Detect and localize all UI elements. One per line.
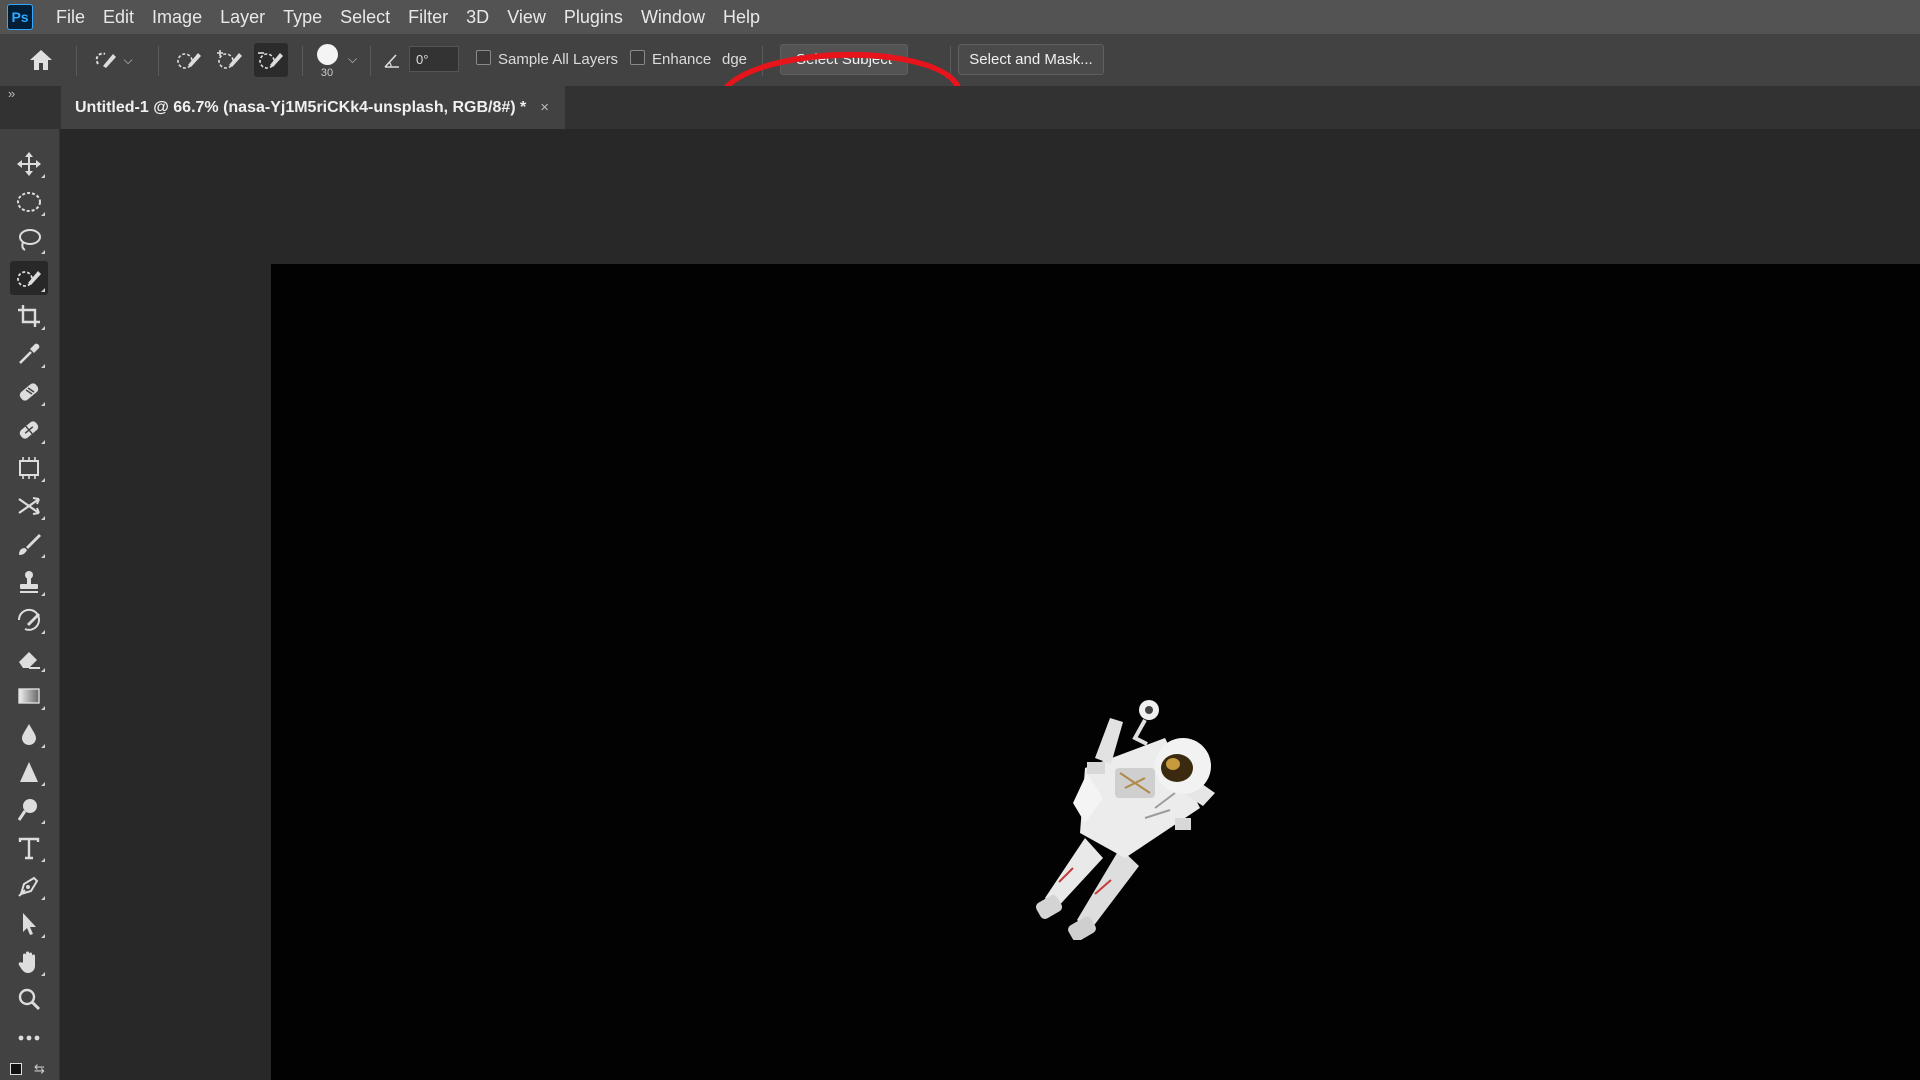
clone-stamp-tool-icon[interactable] [10,565,48,599]
subtract-selection-icon [258,52,283,69]
gradient-tool-icon[interactable] [10,679,48,713]
select-and-mask-button[interactable]: Select and Mask... [958,44,1104,75]
spot-healing-brush-icon[interactable] [10,375,48,409]
chevron-down-icon: ⌵ [123,52,133,67]
document-tab-title: Untitled-1 @ 66.7% (nasa-Yj1M5riCKk4-uns… [75,98,527,116]
checkbox-box [476,50,491,65]
brush-size-value: 30 [320,66,334,79]
sample-all-layers-checkbox[interactable] [476,50,491,65]
menu-filter[interactable]: Filter [399,7,457,28]
menu-help[interactable]: Help [714,7,769,28]
patch-tool-icon[interactable] [10,413,48,447]
menu-plugins[interactable]: Plugins [555,7,632,28]
history-brush-tool-icon[interactable] [10,603,48,637]
color-swatches[interactable]: ⇆ [8,1059,52,1079]
select-subject-button[interactable]: Select Subject [780,44,908,75]
menu-view[interactable]: View [498,7,555,28]
hand-tool-icon[interactable] [10,945,48,979]
quick-selection-preset-icon [96,52,117,68]
blur-tool-icon[interactable] [10,717,48,751]
pen-tool-icon[interactable] [10,869,48,903]
angle-icon [382,50,402,70]
menu-bar: Ps File Edit Image Layer Type Select Fil… [0,0,1920,34]
home-icon[interactable] [24,46,58,74]
enhance-edge-label: Enhance [652,51,712,68]
menu-window[interactable]: Window [632,7,714,28]
new-selection-mode-button[interactable] [172,44,206,76]
move-tool-icon[interactable] [10,147,48,181]
brush-tool-icon[interactable] [10,527,48,561]
edit-toolbar-icon[interactable] [10,1021,48,1055]
brush-selection-icon [177,53,201,69]
elliptical-marquee-tool-icon[interactable] [10,185,48,219]
menu-file[interactable]: File [47,7,94,28]
eraser-tool-icon[interactable] [10,641,48,675]
sharpen-tool-icon[interactable] [10,755,48,789]
frame-tool-icon[interactable] [10,451,48,485]
checkbox-box [630,50,645,65]
enhance-edge-checkbox[interactable] [630,50,645,65]
menu-image[interactable]: Image [143,7,211,28]
document-canvas[interactable] [271,264,1920,1080]
crop-tool-icon[interactable] [10,299,48,333]
menu-layer[interactable]: Layer [211,7,274,28]
photoshop-logo-icon[interactable]: Ps [7,4,33,30]
brush-tip-preview-icon [316,43,338,65]
brush-angle-field[interactable]: 0° [409,46,459,72]
dodge-tool-icon[interactable] [10,793,48,827]
zoom-tool-icon[interactable] [10,983,48,1017]
add-to-selection-button[interactable] [213,44,247,76]
document-tab-bar: » Untitled-1 @ 66.7% (nasa-Yj1M5riCKk4-u… [0,86,1920,129]
menu-edit[interactable]: Edit [94,7,143,28]
content-aware-move-icon[interactable] [10,489,48,523]
subtract-from-selection-button[interactable] [254,43,288,77]
menu-type[interactable]: Type [274,7,331,28]
menu-select[interactable]: Select [331,7,399,28]
enhance-edge-label-suffix: dge [722,51,748,68]
foreground-color-swatch[interactable] [10,1063,22,1075]
type-tool-icon[interactable] [10,831,48,865]
sample-all-layers-label: Sample All Layers [498,51,619,68]
brush-picker-chevron-icon[interactable]: ⌵ [348,52,357,67]
add-selection-icon [217,50,242,69]
astronaut-photo [1035,700,1215,940]
lasso-tool-icon[interactable] [10,223,48,257]
document-tab[interactable]: Untitled-1 @ 66.7% (nasa-Yj1M5riCKk4-uns… [61,86,565,129]
tools-panel: ⇆ [0,129,60,1080]
path-selection-tool-icon[interactable] [10,907,48,941]
quick-selection-tool-icon[interactable] [10,261,48,295]
panel-collapse-icon[interactable]: » [8,86,15,101]
tool-preset-picker[interactable]: ⌵ [86,46,138,74]
options-bar: ⌵ 30 ⌵ 0° Sample All Layers Enhance dge [0,34,1920,145]
close-icon[interactable]: × [540,99,549,116]
menu-3d[interactable]: 3D [457,7,498,28]
swap-colors-icon[interactable]: ⇆ [34,1061,45,1077]
brush-size-picker[interactable]: 30 [312,40,342,82]
eyedropper-tool-icon[interactable] [10,337,48,371]
